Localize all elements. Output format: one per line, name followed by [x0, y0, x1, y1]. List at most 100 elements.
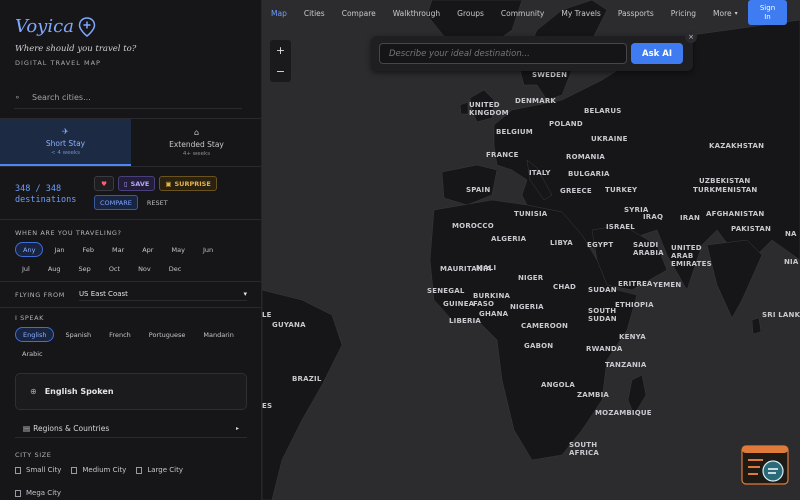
month-chip-jun[interactable]: Jun — [196, 242, 220, 257]
favorite-button[interactable]: ♥ — [94, 176, 114, 191]
nav-item-walkthrough[interactable]: Walkthrough — [393, 9, 440, 18]
save-button[interactable]: ▯ SAVE — [118, 176, 156, 191]
map-label: ANGOLA — [541, 381, 576, 389]
regions-accordion[interactable]: ▤ Regions & Countries ▸ — [15, 420, 247, 438]
close-icon[interactable]: × — [685, 31, 697, 43]
search-input[interactable]: Search cities... — [32, 93, 91, 102]
zoom-in-button[interactable]: + — [276, 44, 285, 57]
city-size-label: Medium City — [82, 466, 127, 474]
nav-item-map[interactable]: Map — [271, 9, 287, 18]
top-nav: Map Cities Compare Walkthrough Groups Communi… — [271, 0, 800, 26]
speak-title: I SPEAK — [15, 314, 45, 322]
ask-ai-button[interactable]: Ask AI — [631, 43, 683, 64]
language-chip-portuguese[interactable]: Portuguese — [142, 327, 193, 342]
chat-widget-icon[interactable] — [741, 445, 789, 485]
map-label: ITALY — [529, 169, 551, 177]
zoom-out-button[interactable]: − — [276, 65, 285, 78]
city-size-mega[interactable]: Mega City — [15, 489, 61, 497]
month-chip-may[interactable]: May — [164, 242, 191, 257]
month-chip-jul[interactable]: Jul — [15, 261, 37, 276]
language-chip-french[interactable]: French — [102, 327, 138, 342]
city-size-medium[interactable]: Medium City — [71, 466, 126, 474]
map-label: BRAZIL — [292, 375, 322, 383]
month-chip-nov[interactable]: Nov — [131, 261, 158, 276]
map-label: SUDAN — [588, 286, 617, 294]
map-icon: ▤ — [23, 424, 31, 433]
map-label: LIBERIA — [449, 317, 481, 325]
sign-in-button[interactable]: Sign In — [748, 0, 787, 25]
tagline: Where should you travel to? — [15, 44, 137, 54]
map-label: GABON — [524, 342, 554, 350]
world-map[interactable]: SWEDEN UNITED KINGDOM DENMARK BELARUS POLAND… — [262, 0, 800, 500]
month-chip-feb[interactable]: Feb — [75, 242, 101, 257]
divider — [0, 219, 261, 220]
city-size-options: Small City Medium City Large City — [15, 466, 183, 474]
map-label: ALGERIA — [491, 235, 527, 243]
tab-extended-stay[interactable]: ⌂ Extended Stay 4+ weeks — [131, 119, 261, 166]
logo[interactable]: Voyica — [15, 16, 96, 37]
app-root: Voyica Where should you travel to? DIGIT… — [0, 0, 800, 500]
month-chip-mar[interactable]: Mar — [105, 242, 131, 257]
chevron-down-icon: ▾ — [734, 9, 738, 17]
destination-count-label: destinations — [15, 195, 77, 205]
map-label: ERITREA — [618, 280, 653, 288]
map-label: UZBEKISTAN — [699, 177, 751, 185]
city-size-large[interactable]: Large City — [136, 466, 183, 474]
language-chip-arabic[interactable]: Arabic — [15, 346, 50, 361]
map-label: DENMARK — [515, 97, 557, 105]
ask-input[interactable] — [379, 43, 627, 64]
map-label: FRANCE — [486, 151, 519, 159]
month-chip-dec[interactable]: Dec — [162, 261, 189, 276]
nav-item-pricing[interactable]: Pricing — [671, 9, 696, 18]
map-label: UNITED KINGDOM — [469, 101, 509, 117]
map-label: CAMEROON — [521, 322, 569, 330]
sign-in-label: Sign In — [759, 3, 776, 21]
nav-item-my-travels[interactable]: My Travels — [561, 9, 601, 18]
nav-item-passports[interactable]: Passports — [618, 9, 654, 18]
compare-button[interactable]: COMPARE — [94, 195, 138, 210]
map-label: SPAIN — [466, 186, 491, 194]
map-label: KAZAKHSTAN — [709, 142, 765, 150]
brand-name: Voyica — [15, 16, 74, 37]
map-label: GUINEA — [443, 300, 475, 308]
month-chip-aug[interactable]: Aug — [41, 261, 68, 276]
subtitle: DIGITAL TRAVEL MAP — [15, 59, 101, 67]
map-label: ISRAEL — [606, 223, 635, 231]
divider — [0, 307, 261, 308]
month-chip-apr[interactable]: Apr — [135, 242, 160, 257]
flying-from-select[interactable]: US East Coast ▾ — [78, 289, 247, 301]
map-label: GUYANA — [272, 321, 306, 329]
nav-item-groups[interactable]: Groups — [457, 9, 484, 18]
flying-title: FLYING FROM — [15, 291, 65, 299]
language-chip-mandarin[interactable]: Mandarin — [196, 327, 240, 342]
nav-item-cities[interactable]: Cities — [304, 9, 325, 18]
tab-short-stay[interactable]: ✈ Short Stay < 4 weeks — [0, 119, 131, 166]
map-label: POLAND — [549, 120, 583, 128]
map-label: MOROCCO — [452, 222, 494, 230]
english-spoken-card[interactable]: ⊕ English Spoken — [15, 373, 247, 410]
month-chip-jan[interactable]: Jan — [47, 242, 71, 257]
map-label: AFGHANISTAN — [706, 210, 765, 218]
nav-item-compare[interactable]: Compare — [342, 9, 376, 18]
city-size-label: Small City — [26, 466, 62, 474]
map-label: SENEGAL — [427, 287, 465, 295]
nav-item-more[interactable]: More — [713, 9, 732, 18]
city-size-title: CITY SIZE — [15, 451, 52, 459]
month-chip-any[interactable]: Any — [15, 242, 44, 257]
map-label: SRI LANKA — [762, 311, 800, 319]
nav-item-community[interactable]: Community — [501, 9, 544, 18]
month-chip-oct[interactable]: Oct — [102, 261, 127, 276]
bookmark-icon: ▯ — [124, 179, 128, 188]
language-chip-english[interactable]: English — [15, 327, 55, 342]
city-size-small[interactable]: Small City — [15, 466, 61, 474]
map-label: BELGIUM — [496, 128, 533, 136]
surprise-button[interactable]: ▣ SURPRISE — [159, 176, 217, 191]
flying-value: US East Coast — [78, 289, 128, 298]
language-chip-spanish[interactable]: Spanish — [58, 327, 98, 342]
month-chip-sep[interactable]: Sep — [72, 261, 98, 276]
divider — [0, 281, 261, 282]
save-label: SAVE — [130, 179, 150, 188]
reset-button[interactable]: RESET — [142, 195, 173, 210]
city-search[interactable]: ⚬ Search cities... — [14, 87, 242, 109]
dice-icon: ▣ — [165, 179, 172, 188]
